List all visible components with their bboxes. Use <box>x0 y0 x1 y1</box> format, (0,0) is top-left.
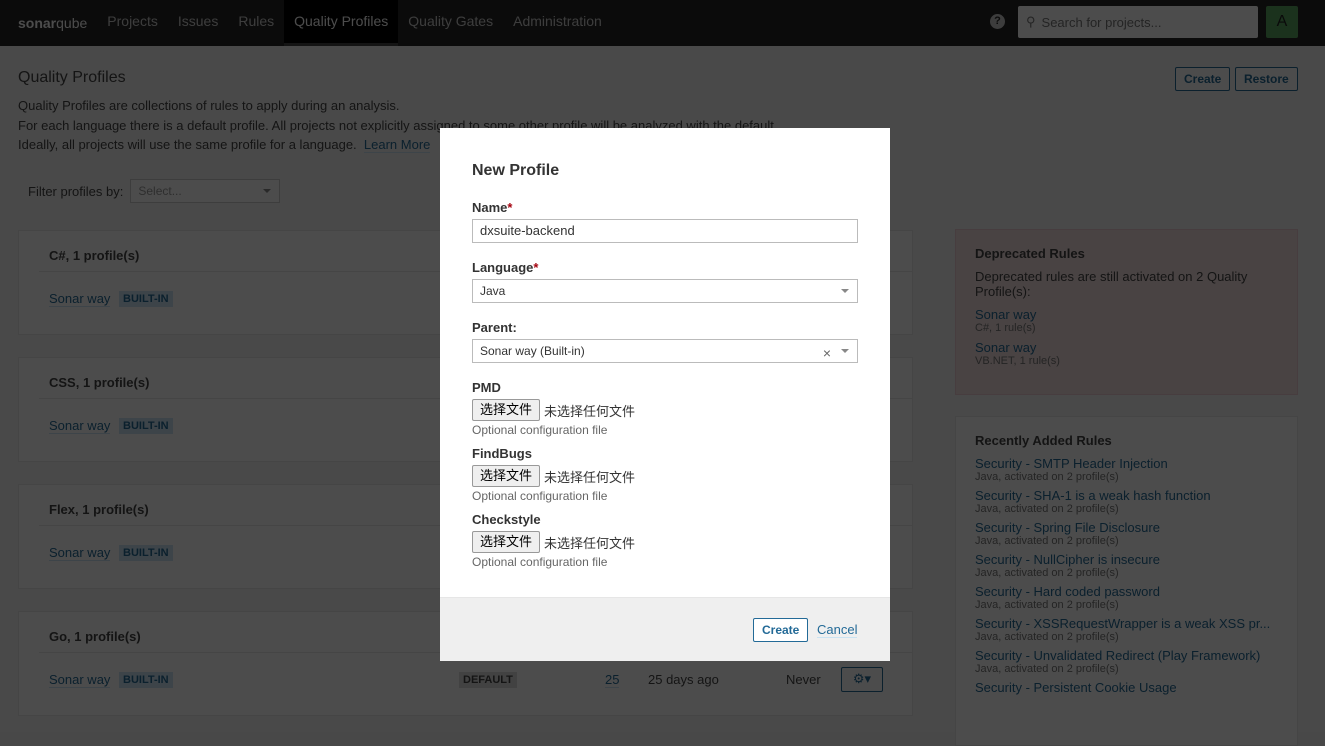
language-header: Go, 1 profile(s) <box>49 629 141 644</box>
default-badge: DEFAULT <box>459 672 517 688</box>
filter-bar: Filter profiles by: Select... <box>28 179 281 203</box>
modal-title: New Profile <box>472 162 560 179</box>
checkstyle-hint: Optional configuration file <box>472 555 608 569</box>
name-input[interactable]: dxsuite-backend <box>472 219 858 243</box>
checkstyle-file-input[interactable]: 选择文件 未选择任何文件 <box>472 531 635 553</box>
learn-more-link[interactable]: Learn More <box>363 137 431 153</box>
chevron-down-icon <box>841 349 849 353</box>
create-profile-button[interactable]: Create <box>1175 67 1231 91</box>
recent-rule-sub: Java, activated on 2 profile(s) <box>975 663 1119 675</box>
recent-rule-sub: Java, activated on 2 profile(s) <box>975 599 1119 611</box>
recent-rule-link[interactable]: Security - SMTP Header Injection <box>975 456 1168 471</box>
filter-label: Filter profiles by: <box>28 183 124 199</box>
nav-quality-gates[interactable]: Quality Gates <box>398 0 503 46</box>
modal-footer: Create Cancel <box>440 597 890 661</box>
recent-rule-item: Security - SHA-1 is a weak hash function… <box>975 488 1278 515</box>
help-icon[interactable]: ? <box>990 14 1005 29</box>
clear-icon[interactable]: × <box>823 342 831 364</box>
updated-text: 25 days ago <box>648 672 719 687</box>
parent-select[interactable]: Sonar way (Built-in) × <box>472 339 858 363</box>
gear-icon: ⚙▾ <box>852 671 872 686</box>
findbugs-file-input[interactable]: 选择文件 未选择任何文件 <box>472 465 635 487</box>
sonarqube-logo[interactable]: sonarqube <box>18 15 87 31</box>
deprecated-title: Deprecated Rules <box>975 246 1085 261</box>
rules-count-link[interactable]: 25 <box>605 672 620 688</box>
recent-rule-link[interactable]: Security - Unvalidated Redirect (Play Fr… <box>975 648 1260 663</box>
recent-rule-link[interactable]: Security - Spring File Disclosure <box>975 520 1160 535</box>
recent-rule-item: Security - Hard coded password Java, acti… <box>975 584 1278 611</box>
nav-projects[interactable]: Projects <box>97 0 168 46</box>
recent-rule-link[interactable]: Security - Hard coded password <box>975 584 1160 599</box>
profile-link[interactable]: Sonar way <box>49 291 111 307</box>
chevron-down-icon <box>841 289 849 293</box>
recent-rule-sub: Java, activated on 2 profile(s) <box>975 567 1119 579</box>
recent-rule-item: Security - XSSRequestWrapper is a weak X… <box>975 616 1278 643</box>
deprecated-rules-panel: Deprecated Rules Deprecated rules are st… <box>955 229 1298 395</box>
findbugs-label: FindBugs <box>472 446 532 461</box>
language-select[interactable]: Java <box>472 279 858 303</box>
recent-rule-item: Security - Unvalidated Redirect (Play Fr… <box>975 648 1278 675</box>
search-icon: ⚲ <box>1026 14 1036 29</box>
deprecated-profile-link[interactable]: Sonar way <box>975 307 1036 322</box>
recent-rule-link[interactable]: Security - XSSRequestWrapper is a weak X… <box>975 616 1270 631</box>
language-label: Language* <box>472 260 539 275</box>
search-input[interactable]: ⚲ Search for projects... <box>1018 6 1258 38</box>
modal-create-button[interactable]: Create <box>753 618 809 642</box>
recent-rule-sub: Java, activated on 2 profile(s) <box>975 535 1119 547</box>
profile-link[interactable]: Sonar way <box>49 418 111 434</box>
used-text: Never <box>786 672 821 687</box>
nav-quality-profiles[interactable]: Quality Profiles <box>284 0 399 46</box>
restore-profile-button[interactable]: Restore <box>1235 67 1298 91</box>
modal-cancel-link[interactable]: Cancel <box>817 622 858 638</box>
recent-rule-link[interactable]: Security - Persistent Cookie Usage <box>975 680 1177 695</box>
name-label: Name* <box>472 200 513 215</box>
recent-rule-link[interactable]: Security - NullCipher is insecure <box>975 552 1160 567</box>
recent-rule-item: Security - NullCipher is insecure Java, a… <box>975 552 1278 579</box>
page-title: Quality Profiles <box>18 69 126 86</box>
deprecated-sub: VB.NET, 1 rule(s) <box>975 355 1060 367</box>
recent-rule-item: Security - SMTP Header Injection Java, ac… <box>975 456 1278 483</box>
findbugs-hint: Optional configuration file <box>472 489 608 503</box>
language-header: CSS, 1 profile(s) <box>49 375 150 390</box>
parent-label: Parent: <box>472 320 517 335</box>
recent-rule-link[interactable]: Security - SHA-1 is a weak hash function <box>975 488 1211 503</box>
recent-rule-sub: Java, activated on 2 profile(s) <box>975 503 1119 515</box>
profile-link[interactable]: Sonar way <box>49 672 111 688</box>
filter-select[interactable]: Select... <box>130 179 281 203</box>
pmd-file-input[interactable]: 选择文件 未选择任何文件 <box>472 399 635 421</box>
recent-title: Recently Added Rules <box>975 433 1112 448</box>
recently-added-rules-panel: Recently Added Rules Security - SMTP Hea… <box>955 416 1298 746</box>
new-profile-modal: New Profile Name* dxsuite-backend Langua… <box>440 128 890 661</box>
avatar[interactable]: A <box>1266 6 1298 38</box>
profile-actions-button[interactable]: ⚙▾ <box>841 667 883 692</box>
chevron-down-icon <box>263 189 272 193</box>
pmd-label: PMD <box>472 380 501 395</box>
built-in-badge: BUILT-IN <box>119 672 173 688</box>
language-header: C#, 1 profile(s) <box>49 248 140 263</box>
checkstyle-label: Checkstyle <box>472 512 541 527</box>
recent-rule-sub: Java, activated on 2 profile(s) <box>975 631 1119 643</box>
deprecated-text: Deprecated rules are still activated on … <box>975 269 1248 299</box>
recent-rule-sub: Java, activated on 2 profile(s) <box>975 471 1119 483</box>
nav-rules[interactable]: Rules <box>228 0 284 46</box>
nav-administration[interactable]: Administration <box>503 0 612 46</box>
pmd-hint: Optional configuration file <box>472 423 608 437</box>
built-in-badge: BUILT-IN <box>119 418 173 434</box>
built-in-badge: BUILT-IN <box>119 291 173 307</box>
nav-issues[interactable]: Issues <box>168 0 228 46</box>
search-placeholder: Search for projects... <box>1041 14 1162 30</box>
recent-rule-item: Security - Spring File Disclosure Java, a… <box>975 520 1278 547</box>
language-header: Flex, 1 profile(s) <box>49 502 149 517</box>
profile-link[interactable]: Sonar way <box>49 545 111 561</box>
deprecated-profile-link[interactable]: Sonar way <box>975 340 1036 355</box>
deprecated-sub: C#, 1 rule(s) <box>975 322 1036 334</box>
recent-rule-item: Security - Persistent Cookie Usage <box>975 680 1278 695</box>
built-in-badge: BUILT-IN <box>119 545 173 561</box>
